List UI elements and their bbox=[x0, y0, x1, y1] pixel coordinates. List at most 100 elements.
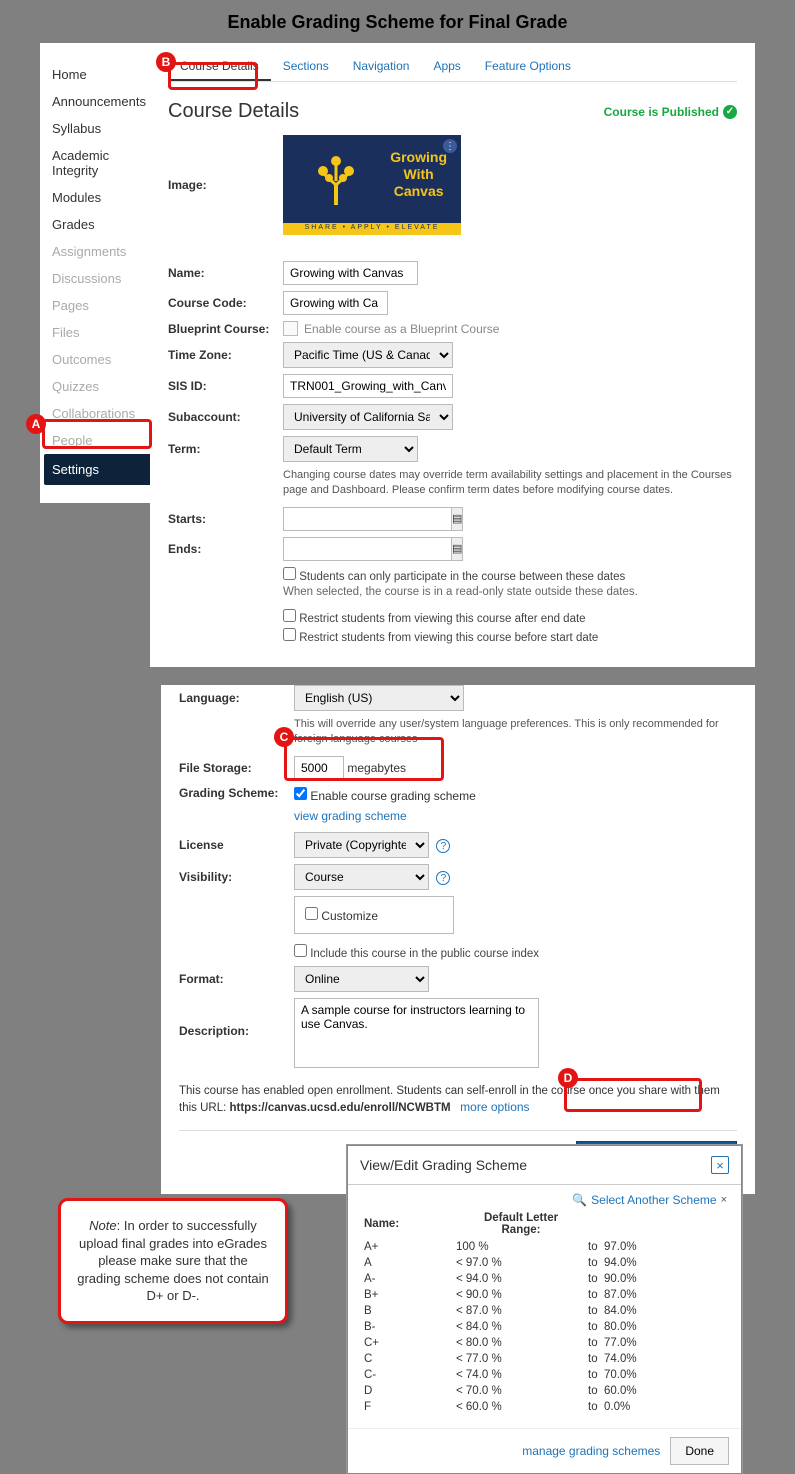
tab-feature-options[interactable]: Feature Options bbox=[473, 53, 583, 81]
sidebar-item-pages[interactable]: Pages bbox=[52, 292, 150, 319]
readonly-note: When selected, the course is in a read-o… bbox=[283, 586, 737, 598]
section-title: Course Details bbox=[168, 100, 299, 123]
callout-c-badge: C bbox=[274, 727, 294, 747]
language-select[interactable]: English (US) bbox=[294, 685, 464, 711]
course-image[interactable]: ⋮ Growing With bbox=[283, 135, 461, 235]
table-row: C< 77.0 %to 74.0% bbox=[364, 1352, 725, 1366]
tab-course-details[interactable]: Course Details bbox=[168, 53, 271, 81]
label-description: Description: bbox=[179, 998, 294, 1038]
settings-tabs: Course Details Sections Navigation Apps … bbox=[168, 53, 737, 82]
label-sisid: SIS ID: bbox=[168, 379, 283, 393]
timezone-select[interactable]: Pacific Time (US & Canada) (-0 bbox=[283, 342, 453, 368]
callout-b-badge: B bbox=[156, 52, 176, 72]
helper-language: This will override any user/system langu… bbox=[294, 717, 737, 748]
storage-unit: megabytes bbox=[347, 761, 406, 775]
enroll-text: This course has enabled open enrollment.… bbox=[179, 1083, 737, 1116]
blueprint-checkbox[interactable]: Enable course as a Blueprint Course bbox=[283, 321, 737, 336]
sidebar-item-discussions[interactable]: Discussions bbox=[52, 265, 150, 292]
label-name: Name: bbox=[168, 266, 283, 280]
sidebar-item-academic-integrity[interactable]: Academic Integrity bbox=[52, 142, 132, 184]
select-another-scheme-link[interactable]: Select Another Scheme bbox=[591, 1193, 716, 1207]
label-blueprint: Blueprint Course: bbox=[168, 322, 283, 336]
grading-scheme-checkbox[interactable]: Enable course grading scheme bbox=[294, 786, 737, 806]
label-ends: Ends: bbox=[168, 542, 283, 556]
sidebar-item-syllabus[interactable]: Syllabus bbox=[52, 115, 150, 142]
modal-title: View/Edit Grading Scheme bbox=[360, 1157, 527, 1173]
restrict-after-checkbox[interactable]: Restrict students from viewing this cour… bbox=[283, 609, 737, 625]
sidebar-item-home[interactable]: Home bbox=[52, 61, 150, 88]
tab-sections[interactable]: Sections bbox=[271, 53, 341, 81]
sidebar-item-collaborations[interactable]: Collaborations bbox=[52, 400, 150, 427]
sidebar-item-settings[interactable]: Settings bbox=[44, 454, 154, 485]
calendar-icon[interactable]: ▤ bbox=[451, 507, 463, 531]
sidebar-item-files[interactable]: Files bbox=[52, 319, 150, 346]
table-row: A+100 %to 97.0% bbox=[364, 1240, 725, 1254]
public-index-checkbox[interactable]: Include this course in the public course… bbox=[294, 944, 737, 960]
end-date-input[interactable] bbox=[283, 537, 451, 561]
sisid-input[interactable] bbox=[283, 374, 453, 398]
course-nav-sidebar: Home Announcements Syllabus Academic Int… bbox=[40, 43, 150, 503]
table-row: B+< 90.0 %to 87.0% bbox=[364, 1288, 725, 1302]
start-date-input[interactable] bbox=[283, 507, 451, 531]
visibility-select[interactable]: Course bbox=[294, 864, 429, 890]
calendar-icon[interactable]: ▤ bbox=[451, 537, 463, 561]
note-box: Note: In order to successfully upload fi… bbox=[58, 1198, 288, 1324]
done-button[interactable]: Done bbox=[670, 1437, 729, 1465]
tab-navigation[interactable]: Navigation bbox=[341, 53, 422, 81]
table-row: C-< 74.0 %to 70.0% bbox=[364, 1368, 725, 1382]
table-row: C+< 80.0 %to 77.0% bbox=[364, 1336, 725, 1350]
tree-icon bbox=[311, 153, 361, 208]
label-grading: Grading Scheme: bbox=[179, 786, 294, 800]
participate-checkbox[interactable]: Students can only participate in the cou… bbox=[283, 567, 737, 583]
license-select[interactable]: Private (Copyrighted) bbox=[294, 832, 429, 858]
description-textarea[interactable]: A sample course for instructors learning… bbox=[294, 998, 539, 1068]
grading-scheme-modal: View/Edit Grading Scheme × 🔍 Select Anot… bbox=[347, 1145, 742, 1474]
label-visibility: Visibility: bbox=[179, 870, 294, 884]
sidebar-item-modules[interactable]: Modules bbox=[52, 184, 150, 211]
label-subaccount: Subaccount: bbox=[168, 410, 283, 424]
table-row: A-< 94.0 %to 90.0% bbox=[364, 1272, 725, 1286]
sidebar-item-grades[interactable]: Grades bbox=[52, 211, 150, 238]
table-row: A< 97.0 %to 94.0% bbox=[364, 1256, 725, 1270]
grading-scheme-table: Name: Default LetterRange: A+100 %to 97.… bbox=[362, 1209, 727, 1416]
check-icon: ✓ bbox=[723, 105, 737, 119]
code-input[interactable] bbox=[283, 291, 388, 315]
subaccount-select[interactable]: University of California San D bbox=[283, 404, 453, 430]
more-options-link[interactable]: more options bbox=[460, 1100, 529, 1114]
search-icon: 🔍 bbox=[572, 1193, 587, 1207]
label-image: Image: bbox=[168, 178, 283, 192]
name-input[interactable] bbox=[283, 261, 418, 285]
customize-checkbox[interactable]: Customize bbox=[294, 896, 454, 934]
sidebar-item-people[interactable]: People bbox=[52, 427, 150, 454]
sidebar-item-quizzes[interactable]: Quizzes bbox=[52, 373, 150, 400]
published-status: Course is Published ✓ bbox=[604, 105, 737, 119]
storage-input[interactable] bbox=[294, 756, 344, 780]
sidebar-item-assignments[interactable]: Assignments bbox=[52, 238, 150, 265]
table-row: B-< 84.0 %to 80.0% bbox=[364, 1320, 725, 1334]
table-row: D< 70.0 %to 60.0% bbox=[364, 1384, 725, 1398]
label-language: Language: bbox=[179, 691, 294, 705]
label-term: Term: bbox=[168, 442, 283, 456]
format-select[interactable]: Online bbox=[294, 966, 429, 992]
helper-term-dates: Changing course dates may override term … bbox=[283, 468, 737, 499]
help-icon[interactable]: ? bbox=[436, 871, 450, 885]
label-storage: File Storage: bbox=[179, 761, 294, 775]
tab-apps[interactable]: Apps bbox=[421, 53, 472, 81]
callout-a-badge: A bbox=[26, 414, 46, 434]
page-title: Enable Grading Scheme for Final Grade bbox=[0, 0, 795, 43]
term-select[interactable]: Default Term bbox=[283, 436, 418, 462]
label-timezone: Time Zone: bbox=[168, 348, 283, 362]
label-format: Format: bbox=[179, 972, 294, 986]
label-starts: Starts: bbox=[168, 512, 283, 526]
table-row: F< 60.0 %to 0.0% bbox=[364, 1400, 725, 1414]
restrict-before-checkbox[interactable]: Restrict students from viewing this cour… bbox=[283, 628, 737, 644]
label-code: Course Code: bbox=[168, 296, 283, 310]
sidebar-item-outcomes[interactable]: Outcomes bbox=[52, 346, 150, 373]
help-icon[interactable]: ? bbox=[436, 839, 450, 853]
label-license: License bbox=[179, 838, 294, 852]
close-icon[interactable]: × bbox=[711, 1156, 729, 1174]
sidebar-item-announcements[interactable]: Announcements bbox=[52, 88, 150, 115]
close-icon-small[interactable]: × bbox=[721, 1194, 727, 1206]
manage-grading-schemes-link[interactable]: manage grading schemes bbox=[522, 1444, 660, 1458]
view-grading-scheme-link[interactable]: view grading scheme bbox=[294, 806, 737, 826]
